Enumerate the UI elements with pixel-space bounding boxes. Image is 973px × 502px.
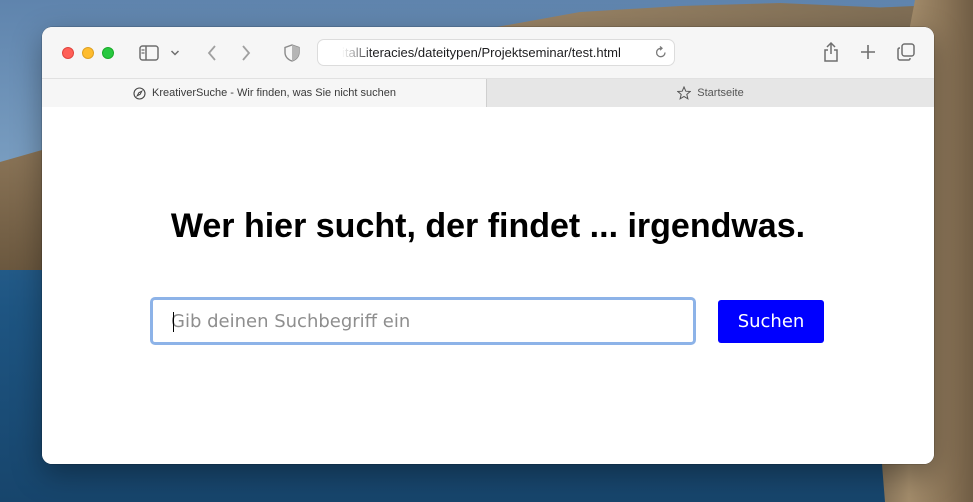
search-input[interactable] — [150, 297, 696, 345]
star-icon — [677, 86, 692, 100]
new-tab-icon[interactable] — [857, 41, 879, 63]
browser-window: italLiteracies/dateitypen/Projektseminar… — [42, 27, 934, 464]
chevron-down-icon[interactable] — [168, 43, 182, 63]
address-bar[interactable]: italLiteracies/dateitypen/Projektseminar… — [317, 39, 675, 66]
tab-overview-icon[interactable] — [895, 41, 917, 63]
tab-label: KreativerSuche - Wir finden, was Sie nic… — [152, 87, 396, 99]
tab-startseite[interactable]: Startseite — [487, 79, 934, 107]
page-headline: Wer hier sucht, der findet ... irgendwas… — [170, 207, 806, 245]
compass-icon — [132, 86, 146, 100]
wallpaper-coast — [0, 150, 42, 270]
share-icon[interactable] — [820, 39, 842, 65]
back-arrow-icon[interactable] — [202, 41, 222, 65]
privacy-shield-icon[interactable] — [282, 41, 302, 65]
search-button[interactable]: Suchen — [718, 300, 824, 343]
text-cursor — [173, 312, 174, 332]
address-url: italLiteracies/dateitypen/Projektseminar… — [342, 45, 621, 60]
forward-arrow-icon[interactable] — [236, 41, 256, 65]
minimize-window-button[interactable] — [82, 47, 94, 59]
page-content: Wer hier sucht, der findet ... irgendwas… — [42, 107, 934, 464]
tab-label: Startseite — [697, 87, 744, 99]
browser-toolbar: italLiteracies/dateitypen/Projektseminar… — [42, 27, 934, 79]
tab-bar: KreativerSuche - Wir finden, was Sie nic… — [42, 79, 934, 107]
maximize-window-button[interactable] — [102, 47, 114, 59]
sidebar-toggle-icon[interactable] — [138, 43, 160, 63]
tab-kreativersuche[interactable]: KreativerSuche - Wir finden, was Sie nic… — [42, 79, 487, 107]
close-window-button[interactable] — [62, 47, 74, 59]
reload-icon[interactable] — [654, 45, 668, 61]
